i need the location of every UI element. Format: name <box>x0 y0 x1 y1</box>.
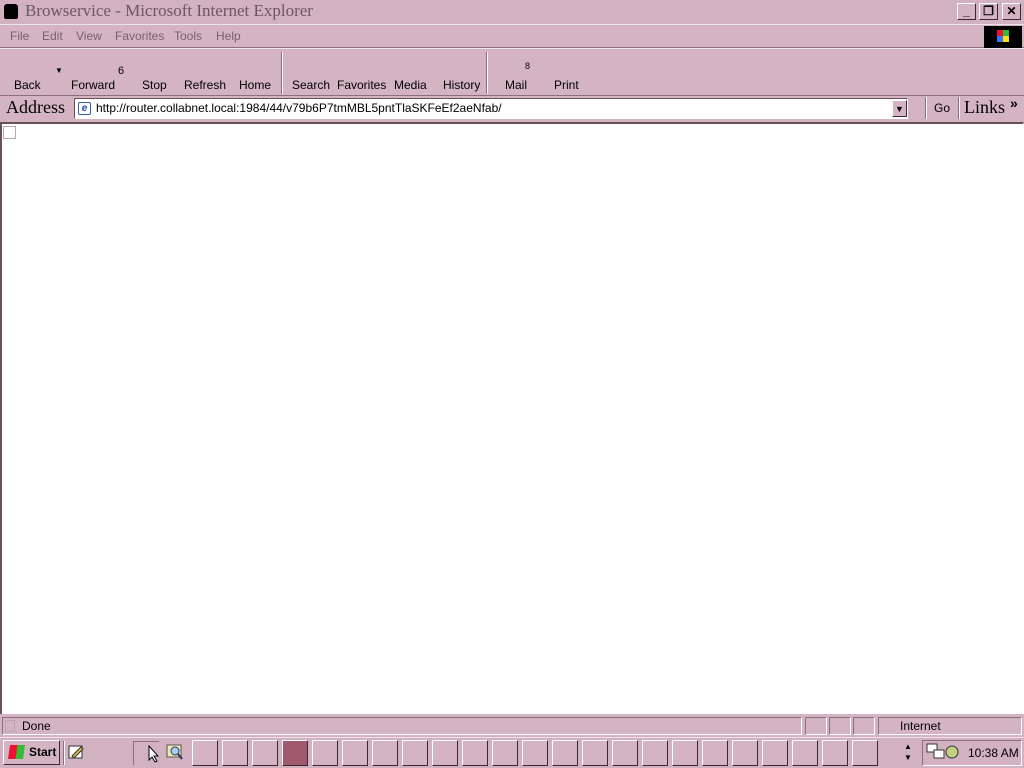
ie-app-icon[interactable] <box>4 4 18 19</box>
address-label: Address <box>6 97 65 117</box>
mail-dropdown-badge[interactable]: 8 <box>525 61 530 71</box>
page-icon[interactable]: e <box>78 102 91 115</box>
links-label[interactable]: Links <box>964 97 1005 118</box>
status-panel <box>805 717 827 735</box>
task-button[interactable] <box>582 740 608 766</box>
taskbar-scroll-arrows[interactable]: ▲ ▼ <box>904 741 912 763</box>
restore-button[interactable]: ❐ <box>979 3 998 20</box>
status-page-icon <box>5 720 15 732</box>
taskbar-clock[interactable]: 10:38 AM <box>968 746 1019 760</box>
task-button[interactable] <box>522 740 548 766</box>
windows-logo-icon <box>984 26 1022 48</box>
menu-edit[interactable]: Edit <box>42 29 63 43</box>
page-content[interactable] <box>0 122 1024 714</box>
task-button[interactable] <box>222 740 248 766</box>
task-button[interactable] <box>312 740 338 766</box>
address-url[interactable]: http://router.collabnet.local:1984/44/v7… <box>96 101 502 115</box>
task-button[interactable] <box>852 740 878 766</box>
task-button[interactable] <box>372 740 398 766</box>
toolbar-separator <box>281 52 283 94</box>
close-button[interactable]: ✕ <box>1002 3 1021 20</box>
home-button[interactable]: Home <box>239 78 271 92</box>
search-button[interactable]: Search <box>292 78 330 92</box>
back-dropdown-icon[interactable]: ▼ <box>55 66 63 75</box>
media-button[interactable]: Media <box>394 78 427 92</box>
task-button-active[interactable] <box>282 740 308 766</box>
print-button[interactable]: Print <box>554 78 579 92</box>
quicklaunch-edit-icon[interactable] <box>67 743 85 761</box>
favorites-button[interactable]: Favorites <box>337 78 386 92</box>
address-dropdown-button[interactable]: ▼ <box>892 100 907 117</box>
back-button[interactable]: Back <box>14 78 41 92</box>
links-separator <box>958 97 960 119</box>
task-button[interactable] <box>702 740 728 766</box>
mail-button[interactable]: Mail <box>505 78 527 92</box>
task-button[interactable] <box>732 740 758 766</box>
history-button[interactable]: History <box>443 78 480 92</box>
windows-flag-icon <box>8 745 25 759</box>
task-button[interactable] <box>432 740 458 766</box>
task-button[interactable] <box>672 740 698 766</box>
task-button[interactable] <box>642 740 668 766</box>
minimize-button[interactable]: _ <box>957 3 976 20</box>
task-button[interactable] <box>462 740 488 766</box>
status-panel <box>829 717 851 735</box>
menu-favorites[interactable]: Favorites <box>115 29 164 43</box>
go-button[interactable]: Go <box>934 101 950 115</box>
taskbar-separator <box>63 741 65 765</box>
task-button[interactable] <box>822 740 848 766</box>
status-panel <box>853 717 875 735</box>
menu-view[interactable]: View <box>76 29 102 43</box>
address-separator <box>925 97 927 119</box>
task-button[interactable] <box>192 740 218 766</box>
refresh-button[interactable]: Refresh <box>184 78 226 92</box>
task-button[interactable] <box>612 740 638 766</box>
links-chevron-icon[interactable]: » <box>1010 95 1018 111</box>
forward-button[interactable]: Forward <box>71 78 115 92</box>
menu-help[interactable]: Help <box>216 29 241 43</box>
task-button[interactable] <box>402 740 428 766</box>
task-button[interactable] <box>492 740 518 766</box>
window-title: Browservice - Microsoft Internet Explore… <box>25 1 313 20</box>
forward-dropdown-badge[interactable]: 6 <box>118 65 124 77</box>
start-label: Start <box>29 745 57 759</box>
toolbar-separator <box>486 52 488 94</box>
menu-file[interactable]: File <box>10 29 29 43</box>
status-panel <box>2 717 802 735</box>
broken-image-icon <box>3 126 16 139</box>
task-button[interactable] <box>252 740 278 766</box>
task-button[interactable] <box>552 740 578 766</box>
menu-tools[interactable]: Tools <box>174 29 202 43</box>
quicklaunch-search-icon[interactable] <box>166 743 184 761</box>
task-button[interactable] <box>762 740 788 766</box>
status-text: Done <box>22 719 51 733</box>
security-zone-label: Internet <box>900 719 941 733</box>
mouse-cursor-icon <box>148 744 160 766</box>
network-tray-icon[interactable] <box>926 743 960 764</box>
stop-button[interactable]: Stop <box>142 78 167 92</box>
task-button[interactable] <box>792 740 818 766</box>
task-button[interactable] <box>342 740 368 766</box>
